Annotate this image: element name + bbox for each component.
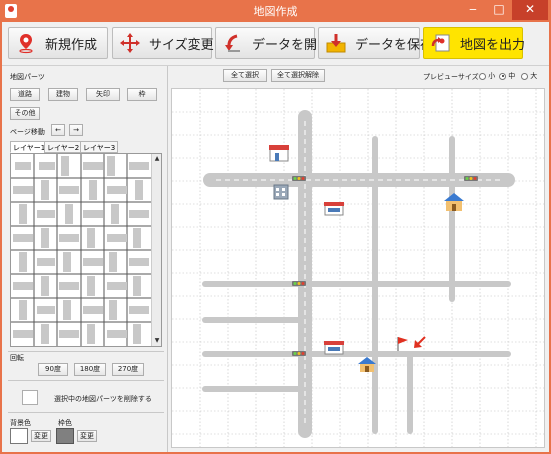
preview-size-medium-label: 中 (508, 72, 516, 80)
map-preview[interactable] (172, 89, 544, 447)
rotate-90-button[interactable]: 90度 (38, 363, 68, 376)
flag-icon (397, 337, 408, 351)
frame-color-swatch (56, 428, 74, 444)
page-prev-button[interactable]: ← (51, 124, 65, 136)
preview-size-large[interactable]: 大 (521, 71, 537, 81)
new-button-label: 新規作成 (45, 37, 98, 53)
shop-icon (269, 145, 289, 162)
resize-button[interactable]: サイズ変更 (112, 27, 214, 59)
map-parts-thumbnails (11, 154, 151, 346)
preview-size-small[interactable]: 小 (479, 71, 495, 81)
preview-size-small-label: 小 (488, 72, 496, 80)
map-pin-icon (15, 32, 37, 54)
rotate-270-button[interactable]: 270度 (112, 363, 144, 376)
scroll-down-icon[interactable]: ▼ (152, 336, 161, 346)
radio-small[interactable] (479, 72, 486, 80)
select-all-button[interactable]: 全て選択 (223, 69, 267, 82)
layer-scrollbar[interactable]: ▲ ▼ (151, 154, 161, 346)
open-arrow-icon (222, 32, 244, 54)
layer-tabs: レイヤー1 レイヤー2 レイヤー3 (10, 141, 162, 153)
arrow-button[interactable]: 矢印 (86, 88, 120, 101)
radio-large[interactable] (521, 72, 528, 80)
export-map-button-label: 地図を出力 (460, 37, 526, 53)
save-data-button-label: データを保存 (355, 37, 434, 53)
frame-color-label: 枠色 (58, 419, 72, 427)
left-panel: 地図パーツ 道路 建物 矢印 枠 その他 ページ移動 ← → レイヤー1 レイヤ… (2, 66, 168, 452)
minimize-button[interactable]: ‒ (460, 0, 486, 20)
close-button[interactable]: ✕ (512, 0, 548, 20)
map-canvas[interactable] (171, 88, 545, 448)
delete-part-button[interactable] (22, 390, 38, 405)
page-move-label: ページ移動 (10, 128, 45, 136)
other-button[interactable]: その他 (10, 107, 40, 120)
move-arrows-icon (119, 32, 141, 54)
radio-medium[interactable] (499, 72, 506, 80)
resize-button-label: サイズ変更 (149, 37, 214, 53)
shop-icon (324, 202, 344, 216)
export-map-icon (430, 32, 452, 54)
layer-parts-grid[interactable]: ▲ ▼ (10, 153, 162, 347)
map-parts-label: 地図パーツ (10, 73, 45, 81)
main-area: 全て選択 全て選択解除 プレビューサイズ 小 中 大 (169, 66, 549, 452)
bg-color-change-button[interactable]: 変更 (31, 430, 51, 442)
divider (8, 351, 164, 352)
page-next-button[interactable]: → (69, 124, 83, 136)
frame-color-change-button[interactable]: 変更 (77, 430, 97, 442)
save-arrow-icon (325, 32, 347, 54)
toolbar: 新規作成 サイズ変更 データを開く データを保存 地図を出力 (2, 22, 549, 66)
open-data-button[interactable]: データを開く (215, 27, 330, 59)
building-icon (273, 184, 289, 200)
preview-size-large-label: 大 (530, 72, 538, 80)
title-bar: 地図作成 ‒ □ ✕ (0, 0, 551, 22)
tab-layer-1[interactable]: レイヤー1 (10, 141, 49, 153)
bg-color-swatch (10, 428, 28, 444)
rotate-180-button[interactable]: 180度 (74, 363, 106, 376)
export-map-button[interactable]: 地図を出力 (423, 27, 526, 59)
tab-layer-2[interactable]: レイヤー2 (44, 141, 83, 153)
building-button[interactable]: 建物 (48, 88, 78, 101)
deselect-all-button[interactable]: 全て選択解除 (271, 69, 325, 82)
road-button[interactable]: 道路 (10, 88, 40, 101)
preview-size-medium[interactable]: 中 (499, 71, 515, 81)
tab-layer-3[interactable]: レイヤー3 (80, 141, 119, 153)
arrow-icon (414, 336, 426, 348)
divider (8, 380, 164, 381)
bg-color-label: 背景色 (10, 419, 31, 427)
house-icon (444, 193, 464, 211)
new-button[interactable]: 新規作成 (8, 27, 108, 59)
divider (8, 412, 164, 413)
frame-button[interactable]: 枠 (127, 88, 157, 101)
scroll-up-icon[interactable]: ▲ (152, 154, 161, 164)
maximize-button[interactable]: □ (486, 0, 512, 20)
save-data-button[interactable]: データを保存 (318, 27, 433, 59)
rotate-label: 回転 (10, 354, 24, 362)
delete-part-label: 選択中の地図パーツを削除する (54, 395, 152, 403)
preview-size-label: プレビューサイズ (423, 73, 479, 81)
shop-icon (324, 341, 344, 355)
